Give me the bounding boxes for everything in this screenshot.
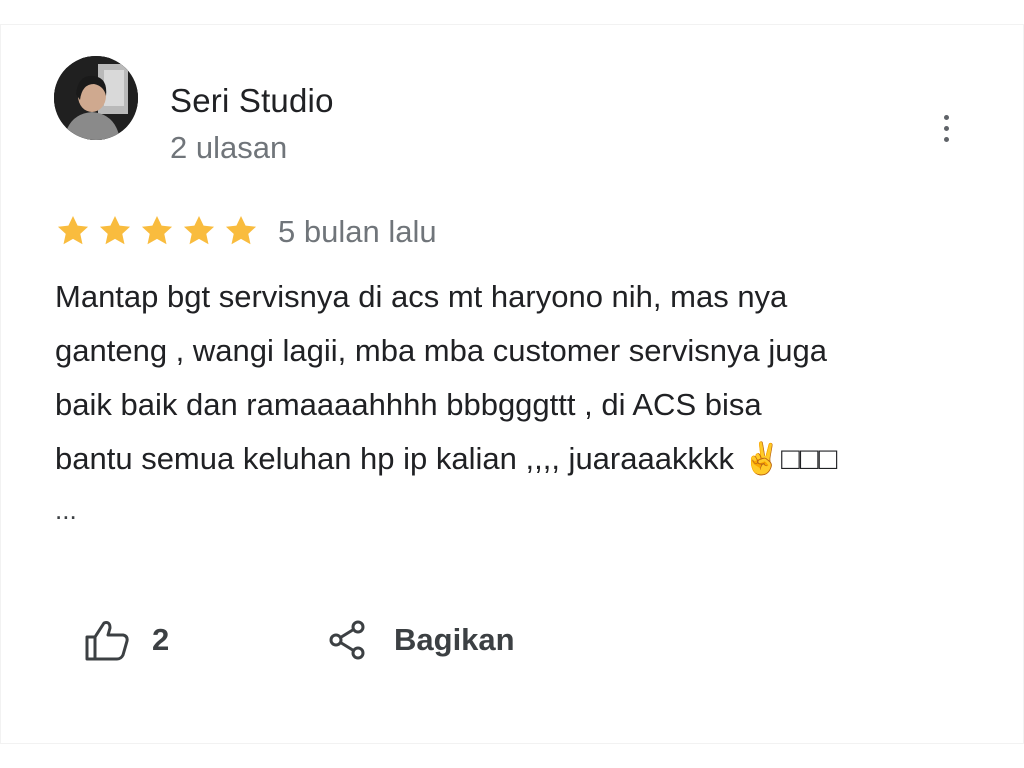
like-count: 2	[152, 622, 170, 657]
thumbs-up-icon	[85, 621, 129, 661]
star-icon	[99, 215, 131, 245]
like-button[interactable]: 2	[84, 614, 169, 666]
review-date: 5 bulan lalu	[278, 214, 437, 249]
star-icon	[225, 215, 257, 245]
star-icon	[57, 215, 89, 245]
review-count: 2 ulasan	[170, 130, 288, 165]
share-label: Bagikan	[394, 622, 515, 657]
star-rating	[54, 212, 260, 252]
avatar-photo	[54, 56, 138, 140]
share-button[interactable]: Bagikan	[328, 614, 515, 666]
avatar[interactable]	[54, 56, 138, 140]
top-margin	[0, 0, 1024, 24]
bottom-margin	[0, 744, 1024, 768]
more-vert-icon	[943, 114, 949, 120]
share-icon	[329, 620, 365, 660]
star-icon	[141, 215, 173, 245]
read-more-ellipsis[interactable]: ...	[55, 495, 77, 526]
star-icon	[183, 215, 215, 245]
review-text: Mantap bgt servisnya di acs mt haryono n…	[55, 279, 838, 476]
more-options-button[interactable]	[926, 104, 966, 152]
reviewer-name[interactable]: Seri Studio	[170, 82, 334, 120]
